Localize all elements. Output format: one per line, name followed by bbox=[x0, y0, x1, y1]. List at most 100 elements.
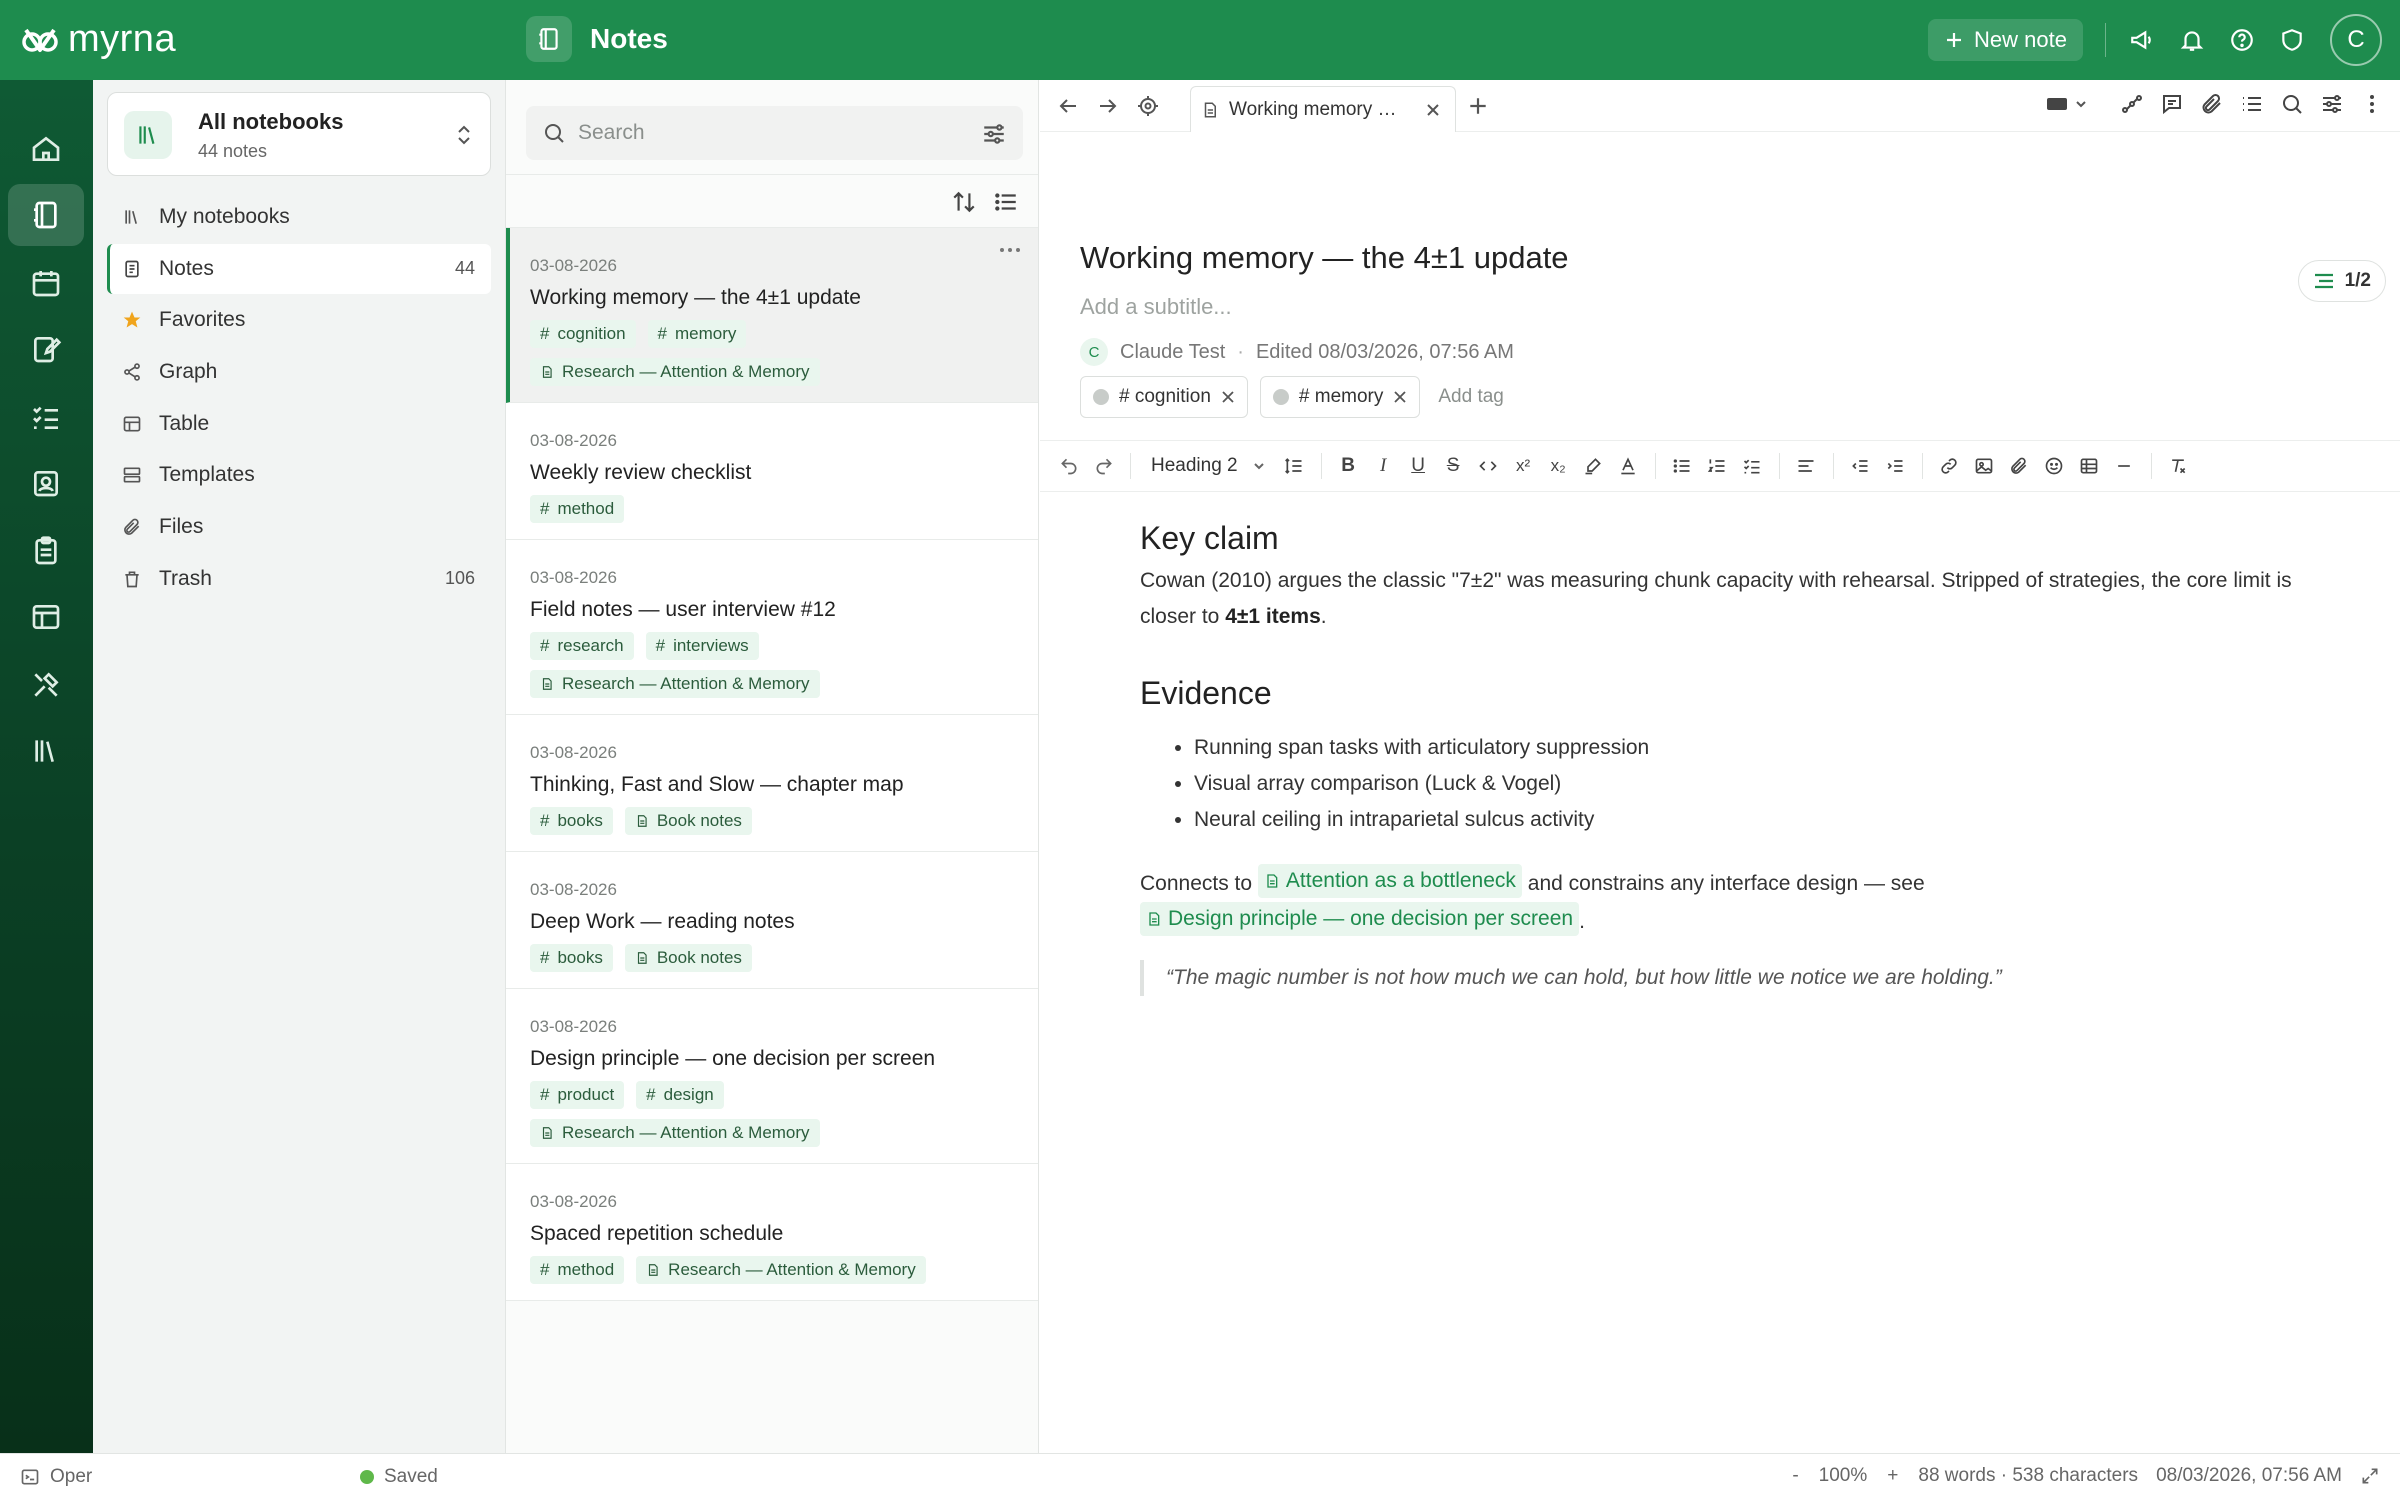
rail-tasks[interactable] bbox=[8, 386, 84, 448]
new-note-button[interactable]: New note bbox=[1928, 19, 2083, 61]
rail-table[interactable] bbox=[8, 586, 84, 648]
notebook-chip[interactable]: Book notes bbox=[624, 944, 752, 972]
text-color-icon[interactable] bbox=[1614, 451, 1643, 481]
back-arrow-icon[interactable] bbox=[1054, 92, 1082, 120]
rail-library[interactable] bbox=[8, 720, 84, 782]
user-avatar[interactable]: C bbox=[2330, 14, 2382, 66]
bullet-list-icon[interactable] bbox=[1668, 451, 1697, 481]
notebook-chip[interactable]: Book notes bbox=[624, 807, 752, 835]
close-icon[interactable] bbox=[1393, 390, 1407, 404]
tag-chip[interactable]: # method bbox=[530, 1256, 625, 1284]
sidebar-item-table[interactable]: Table bbox=[107, 399, 491, 449]
more-horizontal-icon[interactable] bbox=[999, 246, 1021, 254]
image-icon[interactable] bbox=[1970, 451, 1999, 481]
italic-icon[interactable]: I bbox=[1369, 451, 1398, 481]
bold-icon[interactable]: B bbox=[1334, 451, 1363, 481]
rail-notes[interactable] bbox=[8, 184, 84, 246]
note-card[interactable]: 03-08-2026 Spaced repetition schedule # met… bbox=[506, 1164, 1038, 1301]
close-icon[interactable] bbox=[1221, 390, 1235, 404]
sidebar-item-my-notebooks[interactable]: My notebooks bbox=[107, 192, 491, 242]
horizontal-rule-icon[interactable] bbox=[2110, 451, 2139, 481]
align-left-icon[interactable] bbox=[1792, 451, 1821, 481]
megaphone-icon[interactable] bbox=[2122, 20, 2162, 60]
search-input[interactable] bbox=[578, 121, 958, 145]
expand-icon[interactable] bbox=[2360, 1466, 2380, 1486]
sidebar-item-trash[interactable]: Trash 106 bbox=[107, 554, 491, 604]
document-title[interactable]: Working memory — the 4±1 update bbox=[1080, 240, 1569, 276]
sort-icon[interactable] bbox=[951, 189, 977, 215]
tag-chip[interactable]: # books bbox=[530, 944, 613, 972]
close-icon[interactable] bbox=[1425, 102, 1441, 118]
sidebar-item-graph[interactable]: Graph bbox=[107, 347, 491, 397]
tag-chip[interactable]: # cognition bbox=[1080, 376, 1248, 418]
checklist-icon[interactable] bbox=[1738, 451, 1767, 481]
graph-icon[interactable] bbox=[2118, 90, 2146, 118]
rail-journal[interactable] bbox=[8, 318, 84, 380]
add-tag-input[interactable]: Add tag bbox=[1438, 386, 1504, 408]
notebook-chip[interactable]: Research — Attention & Memory bbox=[530, 670, 820, 698]
note-card[interactable]: 03-08-2026 Thinking, Fast and Slow — chap… bbox=[506, 715, 1038, 852]
rail-contacts[interactable] bbox=[8, 452, 84, 514]
editor-tab[interactable]: Working memory — the 4±1 update bbox=[1190, 86, 1456, 132]
note-card[interactable]: 03-08-2026 Deep Work — reading notes # book… bbox=[506, 852, 1038, 989]
notebook-chip[interactable]: Research — Attention & Memory bbox=[530, 358, 820, 386]
new-tab-plus-icon[interactable] bbox=[1464, 92, 1492, 120]
outline-badge[interactable]: 1/2 bbox=[2297, 260, 2386, 302]
sidebar-item-notes[interactable]: Notes 44 bbox=[107, 243, 491, 294]
underline-icon[interactable]: U bbox=[1404, 451, 1433, 481]
zoom-out-button[interactable]: - bbox=[1792, 1465, 1798, 1487]
open-terminal-button[interactable]: Oper bbox=[20, 1466, 92, 1488]
strikethrough-icon[interactable]: S bbox=[1439, 451, 1468, 481]
superscript-icon[interactable]: x² bbox=[1509, 451, 1538, 481]
tag-chip[interactable]: # method bbox=[530, 495, 625, 523]
tag-chip[interactable]: # memory bbox=[647, 320, 747, 348]
redo-icon[interactable] bbox=[1089, 451, 1118, 481]
tag-chip[interactable]: # design bbox=[636, 1081, 724, 1109]
tag-chip[interactable]: # cognition bbox=[530, 320, 636, 348]
tag-chip[interactable]: # memory bbox=[1259, 376, 1421, 418]
search-icon[interactable] bbox=[2278, 90, 2306, 118]
tag-chip[interactable]: # books bbox=[530, 807, 613, 835]
note-link[interactable]: Design principle — one decision per scre… bbox=[1140, 902, 1580, 936]
forward-arrow-icon[interactable] bbox=[1094, 92, 1122, 120]
note-card[interactable]: 03-08-2026 Field notes — user interview #… bbox=[506, 540, 1038, 715]
tag-chip[interactable]: # research bbox=[530, 632, 634, 660]
locate-icon[interactable] bbox=[1134, 92, 1162, 120]
rail-clipboard[interactable] bbox=[8, 520, 84, 582]
outdent-icon[interactable] bbox=[1846, 451, 1875, 481]
tag-chip[interactable]: # interviews bbox=[645, 632, 759, 660]
notebook-chip[interactable]: Research — Attention & Memory bbox=[636, 1256, 926, 1284]
heading-select[interactable]: Heading 2 bbox=[1143, 455, 1274, 477]
attachment-icon[interactable] bbox=[2198, 90, 2226, 118]
shield-icon[interactable] bbox=[2272, 20, 2312, 60]
attachment-icon[interactable] bbox=[2005, 451, 2034, 481]
comment-icon[interactable] bbox=[2158, 90, 2186, 118]
help-icon[interactable] bbox=[2222, 20, 2262, 60]
list-view-icon[interactable] bbox=[993, 189, 1019, 215]
notebook-chip[interactable]: Research — Attention & Memory bbox=[530, 1119, 820, 1147]
brand-logo[interactable]: myrna bbox=[20, 18, 176, 61]
clear-format-icon[interactable] bbox=[2164, 451, 2193, 481]
view-mode-select[interactable] bbox=[2046, 96, 2088, 112]
note-card[interactable]: 03-08-2026 Working memory — the 4±1 updat… bbox=[506, 228, 1038, 403]
bell-icon[interactable] bbox=[2172, 20, 2212, 60]
note-link[interactable]: Attention as a bottleneck bbox=[1257, 864, 1522, 898]
subscript-icon[interactable]: x₂ bbox=[1544, 451, 1573, 481]
zoom-in-button[interactable]: + bbox=[1887, 1465, 1898, 1487]
sidebar-item-files[interactable]: Files bbox=[107, 502, 491, 552]
tag-chip[interactable]: # product bbox=[530, 1081, 625, 1109]
link-icon[interactable] bbox=[1935, 451, 1964, 481]
notebook-selector[interactable]: All notebooks 44 notes bbox=[107, 92, 491, 176]
note-card[interactable]: 03-08-2026 Weekly review checklist # method bbox=[506, 403, 1038, 540]
document-body[interactable]: Key claim Cowan (2010) argues the classi… bbox=[1140, 520, 2320, 996]
more-vertical-icon[interactable] bbox=[2358, 90, 2386, 118]
numbered-list-icon[interactable] bbox=[1703, 451, 1732, 481]
line-height-icon[interactable] bbox=[1280, 451, 1309, 481]
highlighter-icon[interactable] bbox=[1579, 451, 1608, 481]
note-card[interactable]: 03-08-2026 Design principle — one decisio… bbox=[506, 989, 1038, 1164]
rail-calendar[interactable] bbox=[8, 252, 84, 314]
rail-tools[interactable] bbox=[8, 654, 84, 716]
undo-icon[interactable] bbox=[1054, 451, 1083, 481]
emoji-icon[interactable] bbox=[2040, 451, 2069, 481]
sidebar-item-templates[interactable]: Templates bbox=[107, 450, 491, 500]
